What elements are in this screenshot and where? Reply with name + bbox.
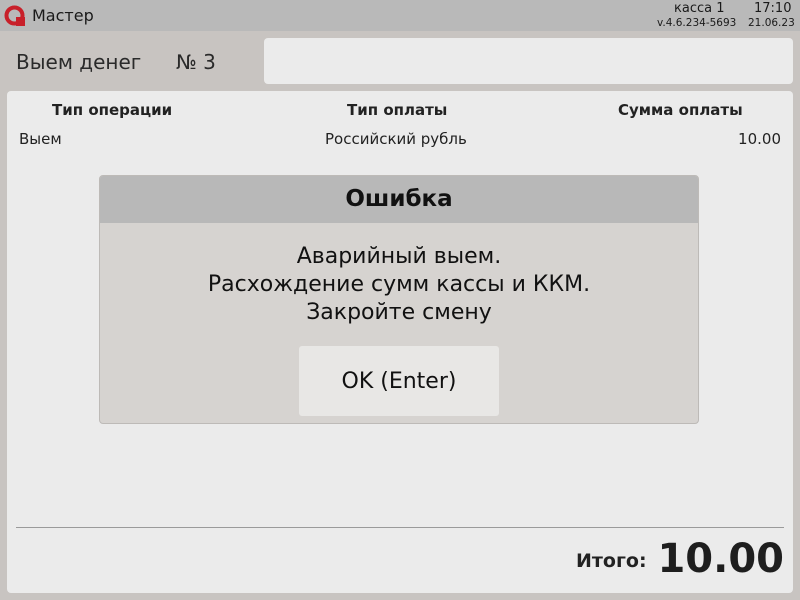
column-header-payment-sum: Сумма оплаты [618, 101, 743, 119]
dialog-message-line: Аварийный выем. [296, 244, 502, 269]
register-name: касса 1 [674, 1, 725, 16]
top-bar: Мастер касса 1 17:10 v.4.6.234-5693 21.0… [0, 0, 800, 31]
error-dialog: Ошибка Аварийный выем. Расхождение сумм … [99, 175, 699, 424]
clock: 17:10 [754, 1, 792, 16]
ok-button[interactable]: OK (Enter) [299, 346, 499, 416]
dialog-message: Аварийный выем. Расхождение сумм кассы и… [100, 243, 698, 327]
total-label: Итого: [576, 550, 647, 572]
column-header-operation-type: Тип операции [52, 101, 173, 119]
column-header-payment-type: Тип оплаты [347, 101, 448, 119]
document-number: № 3 [176, 50, 216, 74]
total-value: 10.00 [657, 536, 784, 582]
table-row-payment-type[interactable]: Российский рубль [325, 130, 467, 148]
version-label: v.4.6.234-5693 [657, 17, 737, 29]
app-title: Мастер [32, 6, 94, 25]
totals-divider [16, 527, 784, 528]
dialog-title: Ошибка [345, 186, 453, 212]
table-row-operation-type[interactable]: Выем [19, 130, 62, 148]
brand-logo-icon [4, 5, 25, 26]
dialog-header: Ошибка [100, 176, 698, 223]
table-row-payment-sum[interactable]: 10.00 [738, 130, 781, 148]
header-info-field [264, 38, 793, 84]
date-label: 21.06.23 [748, 17, 795, 29]
document-title: Выем денег [16, 50, 142, 74]
dialog-message-line: Расхождение сумм кассы и ККМ. [207, 272, 591, 297]
dialog-message-line: Закройте смену [306, 300, 492, 325]
